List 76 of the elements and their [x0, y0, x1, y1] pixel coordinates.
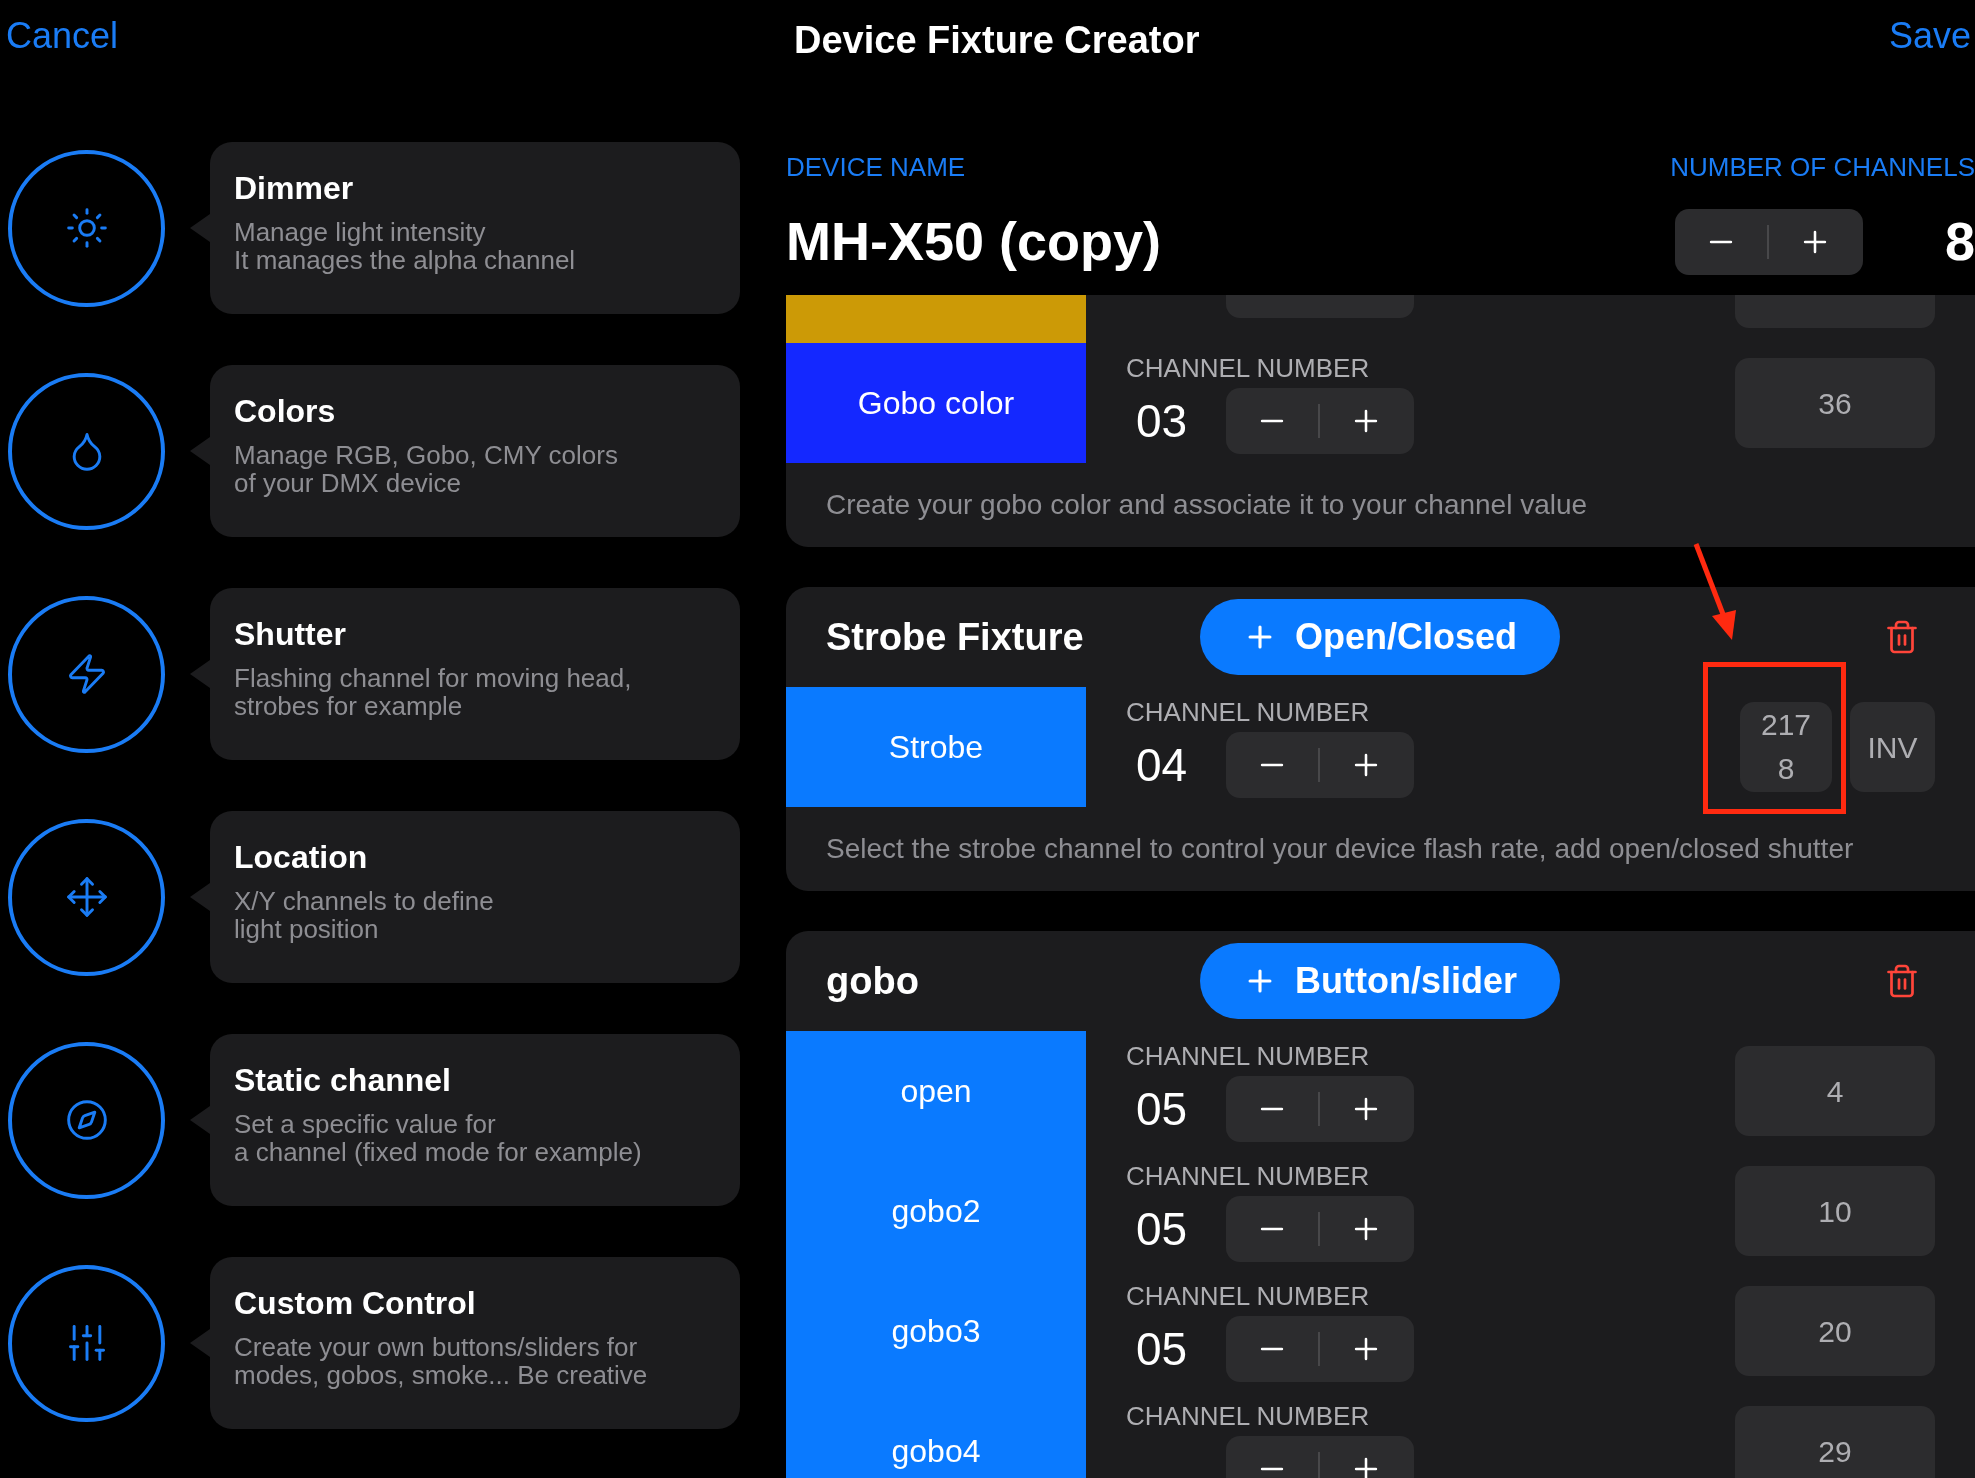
channel-number-label: CHANNEL NUMBER	[1126, 1400, 1371, 1432]
fixture-description: Select the strobe channel to control your device flash rate, add open/closed shutter	[826, 832, 1854, 866]
screen-title: Device Fixture Creator	[794, 18, 1200, 63]
color-label-text: Strobe	[888, 728, 984, 767]
channel-number-label: CHANNEL NUMBER	[1126, 1040, 1371, 1072]
sun-icon	[64, 206, 109, 250]
move-arrows-icon	[64, 875, 109, 919]
tool-circle-button[interactable]	[8, 818, 165, 976]
channel-color-label[interactable]: gobo3	[786, 1271, 1086, 1391]
color-label-text: gobo4	[891, 1432, 981, 1471]
channel-color-label[interactable]: gobo2	[786, 1151, 1086, 1271]
tool-title: Colors	[234, 392, 337, 431]
tool-description: modes, gobos, smoke... Be creative	[234, 1361, 649, 1389]
compass-icon	[64, 1098, 109, 1142]
value-field[interactable]: 29	[1735, 1406, 1935, 1478]
tool-card[interactable]: Dimmer Manage light intensity It manages the alpha channel	[210, 142, 740, 314]
value-field[interactable]: 217 8	[1740, 702, 1832, 792]
device-name-label: DEVICE NAME	[786, 151, 966, 184]
tool-card[interactable]: Custom Control Create your own buttons/sliders for modes, gobos, smoke... Be creative	[210, 1257, 740, 1429]
tool-description: Create your own buttons/sliders for	[234, 1333, 639, 1361]
value-field[interactable]: 36	[1735, 358, 1935, 448]
tool-card[interactable]: Location X/Y channels to define light position	[210, 811, 740, 983]
tool-circle-button[interactable]	[8, 1264, 165, 1422]
channel-number: 05	[1135, 1202, 1189, 1257]
device-name[interactable]: MH-X50 (copy)	[786, 201, 1162, 282]
color-label-text: open	[900, 1072, 972, 1111]
tool-title: Dimmer	[234, 169, 355, 208]
color-label-text: Gobo color	[857, 384, 1015, 423]
tool-card[interactable]: Shutter Flashing channel for moving head, strobes for example	[210, 588, 740, 760]
tool-card[interactable]: Static channel Set a specific value for a channel (fixed mode for example)	[210, 1034, 740, 1206]
tool-circle-button[interactable]	[8, 149, 165, 307]
color-label-text: gobo2	[891, 1192, 981, 1231]
tool-description: a channel (fixed mode for example)	[234, 1138, 643, 1166]
tool-description: Manage light intensity	[234, 218, 487, 246]
fixture-description: Create your gobo color and associate it to your channel value	[826, 488, 1588, 522]
channel-number-label: CHANNEL NUMBER	[1126, 352, 1371, 384]
channel-number-label: CHANNEL NUMBER	[1126, 1280, 1371, 1312]
tool-circle-button[interactable]	[8, 372, 165, 530]
tool-description: strobes for example	[234, 692, 464, 720]
save-button[interactable]: Save	[1888, 9, 1975, 63]
color-label-text: gobo3	[891, 1312, 981, 1351]
add-button[interactable]: Open/Closed	[1200, 599, 1560, 675]
value-field[interactable]: 20	[1735, 1286, 1935, 1376]
channel-number: 05	[1135, 1322, 1189, 1377]
cancel-button[interactable]: Cancel	[0, 9, 119, 63]
tool-description: X/Y channels to define	[234, 887, 495, 915]
tool-description: light position	[234, 915, 380, 943]
tool-title: Static channel	[234, 1061, 452, 1100]
tool-title: Custom Control	[234, 1284, 477, 1323]
channel-color-label[interactable]: Gobo color	[786, 343, 1086, 463]
tool-description: It manages the alpha channel	[234, 246, 577, 274]
channel-count-label: NUMBER OF CHANNELS	[1670, 151, 1975, 184]
fixture-title: Strobe Fixture	[826, 614, 1085, 660]
channel-color-label[interactable]: Strobe	[786, 687, 1086, 807]
channel-number: 05	[1135, 1082, 1189, 1137]
channel-color-label[interactable]: open	[786, 1031, 1086, 1151]
tool-description: Set a specific value for	[234, 1110, 497, 1138]
tool-description: Flashing channel for moving head,	[234, 664, 633, 692]
tool-card[interactable]: Colors Manage RGB, Gobo, CMY colors of your DMX device	[210, 365, 740, 537]
channel-number: 04	[1135, 738, 1189, 793]
tool-circle-button[interactable]	[8, 595, 165, 753]
tool-description: Manage RGB, Gobo, CMY colors	[234, 441, 619, 469]
tool-title: Location	[234, 838, 369, 877]
invert-button[interactable]: INV	[1850, 702, 1935, 792]
tool-title: Shutter	[234, 615, 347, 654]
value-field[interactable]: 10	[1735, 1166, 1935, 1256]
channel-number: 03	[1135, 394, 1189, 449]
tool-description: of your DMX device	[234, 469, 462, 497]
channel-count: 8	[1944, 210, 1975, 273]
channel-color-label[interactable]: gobo4	[786, 1391, 1086, 1478]
channel-number-label: CHANNEL NUMBER	[1126, 1160, 1371, 1192]
fixture-title: gobo	[826, 958, 920, 1004]
channel-number-label: CHANNEL NUMBER	[1126, 696, 1371, 728]
tool-circle-button[interactable]	[8, 1041, 165, 1199]
add-button[interactable]: Button/slider	[1200, 943, 1560, 1019]
value-field[interactable]: 4	[1735, 1046, 1935, 1136]
